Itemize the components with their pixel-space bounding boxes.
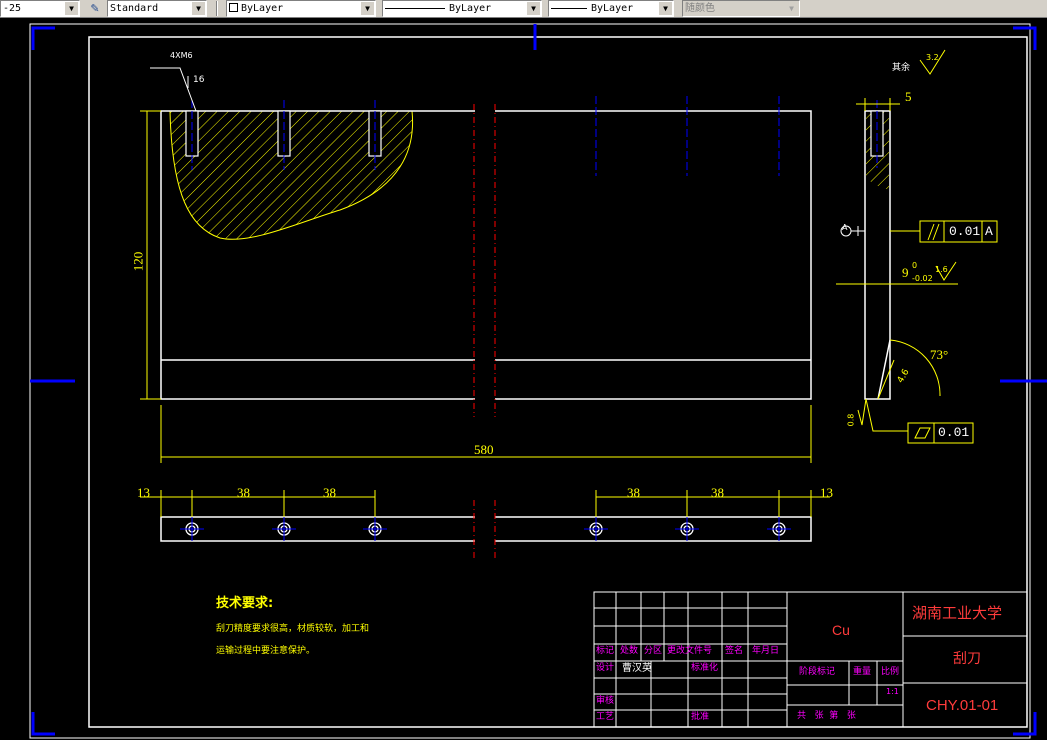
tol-flat-value: 0.01 [938,425,970,440]
plot-style-combo: 随颜色 ▼ [682,0,800,17]
scale-value: 1:1 [886,687,899,696]
drawing-svg [29,23,1047,739]
spacing-dim-4: 38 [627,485,640,500]
spacing-dim-1: 13 [137,485,150,500]
bevel-edge [877,339,891,400]
chevron-down-icon[interactable]: ▼ [361,2,374,15]
datum-label: A [842,223,848,232]
rough-other-value: 3.2 [926,53,939,62]
dim-width-main: 9 [902,265,909,280]
linetype-scale-value: -25 [3,3,22,14]
stage-mark-label: 阶段标记 [799,667,836,677]
dim-length-text: 580 [474,442,494,457]
dim-thickness-lines [856,98,900,111]
review-label: 审核 [596,696,615,706]
tech-req-line2: 运输过程中要注意保护。 [216,646,316,656]
designer-name: 曹汉英 [622,663,652,674]
standardize-label: 标准化 [691,663,719,673]
lineweight-value: ByLayer [591,3,634,14]
header-date: 年月日 [752,646,780,656]
header-change-doc: 更改文件号 [667,646,713,656]
chevron-down-icon: ▼ [785,2,798,15]
dim-height-text: 120 [130,251,146,272]
linetype-scale-combo[interactable]: -25 ▼ [0,0,80,17]
sheets-label: 共 张 第 张 [797,711,856,721]
color-swatch-icon [229,3,238,12]
properties-toolbar: -25 ▼ ✎ Standard ▼ ByLayer ▼ ByLayer ▼ B… [0,0,1047,18]
rough-edge-value: 0.8 [846,413,856,427]
layer-value: ByLayer [241,3,284,14]
drawing-canvas[interactable]: 4XM6 16 120 580 5 73° 4.6 9 0 -0.02 其余 3… [0,18,1047,740]
text-style-combo[interactable]: Standard ▼ [107,0,207,17]
thread-depth: 16 [193,75,205,85]
tol-parallel-frame [890,220,998,243]
spacing-dim-3: 38 [323,485,336,500]
rough-other-label: 其余 [892,63,911,73]
tech-req-title: 技术要求: [216,596,274,611]
material-text: Cu [832,622,850,638]
part-name: 刮刀 [953,651,981,667]
dim-angle-text: 73° [930,347,949,362]
linetype-value: ByLayer [449,3,492,14]
plot-style-value: 随颜色 [685,3,715,14]
rough-side-value: 1.6 [935,265,948,274]
chevron-down-icon[interactable]: ▼ [65,2,78,15]
dim-width-tol-lower: -0.02 [912,274,933,283]
weight-label: 重量 [853,667,872,677]
header-count: 处数 [620,646,639,656]
thread-leader [150,67,197,112]
linetype-combo[interactable]: ByLayer ▼ [382,0,542,17]
text-style-icon[interactable]: ✎ [86,0,104,17]
roughness-symbols [857,49,957,426]
layer-combo[interactable]: ByLayer ▼ [226,0,376,17]
break-gap [475,104,495,417]
header-sign: 签名 [725,646,744,656]
tol-parallel-datum: A [985,224,993,239]
spacing-dim-6: 13 [820,485,833,500]
toolbar-separator [216,1,218,16]
thread-note: 4XM6 [170,51,193,60]
chevron-down-icon[interactable]: ▼ [659,2,672,15]
school-name: 湖南工业大学 [912,604,1003,622]
design-label: 设计 [596,663,615,673]
ratio-label: 比例 [881,667,900,677]
spacing-dim-2: 38 [237,485,250,500]
chevron-down-icon[interactable]: ▼ [192,2,205,15]
approve-label: 批准 [691,712,710,722]
process-label: 工艺 [596,712,615,722]
tech-req-line1: 刮刀精度要求很高，材质较软，加工和 [216,624,370,634]
header-mark: 标记 [596,646,615,656]
tol-parallel-value: 0.01 [949,224,981,239]
text-style-value: Standard [110,3,159,14]
chevron-down-icon[interactable]: ▼ [527,2,540,15]
spacing-dim-5: 38 [711,485,724,500]
lineweight-combo[interactable]: ByLayer ▼ [548,0,674,17]
lineweight-sample-icon [551,7,587,9]
dim-thickness-text: 5 [905,89,912,104]
linetype-sample-icon [385,7,445,9]
drawing-number: CHY.01-01 [926,697,999,714]
header-zone: 分区 [644,646,663,656]
dim-width-tol-upper: 0 [912,261,918,270]
